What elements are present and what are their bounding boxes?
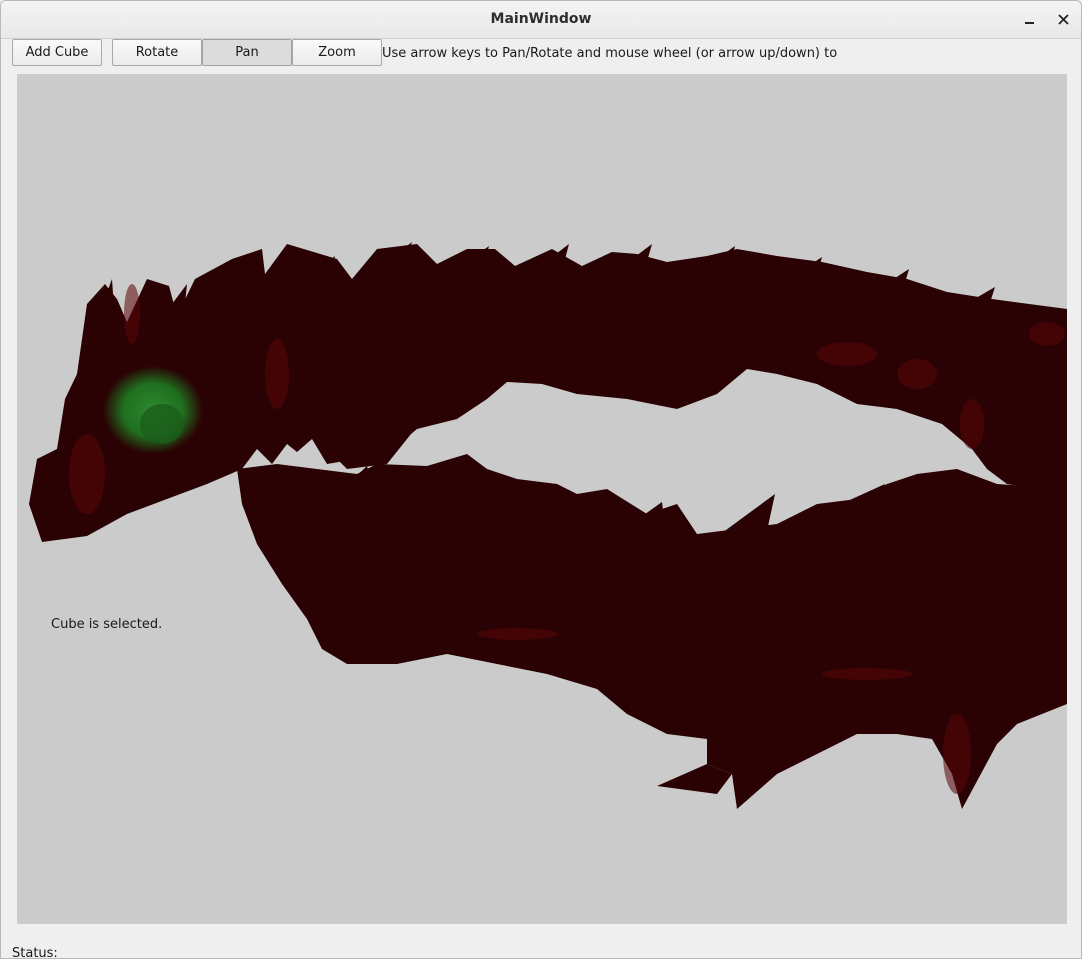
pan-button[interactable]: Pan: [202, 39, 292, 66]
status-bar-label: Status:: [12, 946, 58, 959]
dragon-model[interactable]: [17, 74, 1067, 924]
add-cube-button[interactable]: Add Cube: [12, 39, 102, 66]
close-icon: [1057, 13, 1069, 25]
rotate-button[interactable]: Rotate: [112, 39, 202, 66]
zoom-button[interactable]: Zoom: [292, 39, 382, 66]
close-button[interactable]: [1051, 7, 1075, 31]
selected-cube-core: [140, 404, 184, 444]
3d-viewport[interactable]: Cube is selected.: [17, 74, 1067, 924]
main-window: MainWindow Add Cube Rotate Pan Zoom Use …: [0, 0, 1082, 959]
instructions-label: Use arrow keys to Pan/Rotate and mouse w…: [382, 46, 838, 61]
minimize-icon: [1024, 22, 1034, 24]
window-title: MainWindow: [490, 11, 592, 27]
title-bar[interactable]: MainWindow: [1, 1, 1081, 39]
minimize-button[interactable]: [1017, 7, 1041, 31]
selection-status-label: Cube is selected.: [51, 617, 163, 632]
